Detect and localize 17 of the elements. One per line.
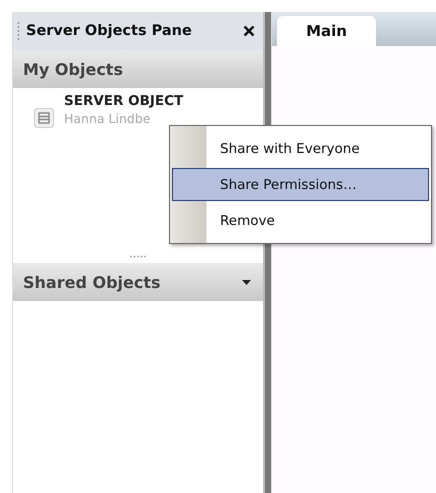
menu-item[interactable]: Share Permissions… <box>172 168 429 201</box>
list-icon <box>34 108 54 128</box>
section-header[interactable]: Shared Objects <box>13 263 263 301</box>
close-icon[interactable] <box>243 25 255 37</box>
section-title: Shared Objects <box>23 272 161 292</box>
menu-item[interactable]: Remove <box>172 204 429 237</box>
menu-item[interactable]: Share with Everyone <box>172 132 429 165</box>
dropdown-arrow-icon[interactable] <box>242 280 251 284</box>
tab[interactable]: Main <box>277 16 376 46</box>
object-item[interactable]: SERVER OBJECT Hanna Lindbe <box>13 88 263 128</box>
splitter-handle-icon[interactable] <box>129 255 147 258</box>
pane-title: Server Objects Pane <box>26 23 193 39</box>
object-owner: Hanna Lindbe <box>64 111 152 126</box>
section-header[interactable]: My Objects <box>13 50 263 88</box>
section-title: My Objects <box>23 60 123 78</box>
object-name: SERVER OBJECT <box>64 93 184 109</box>
grip-icon[interactable] <box>17 20 20 42</box>
